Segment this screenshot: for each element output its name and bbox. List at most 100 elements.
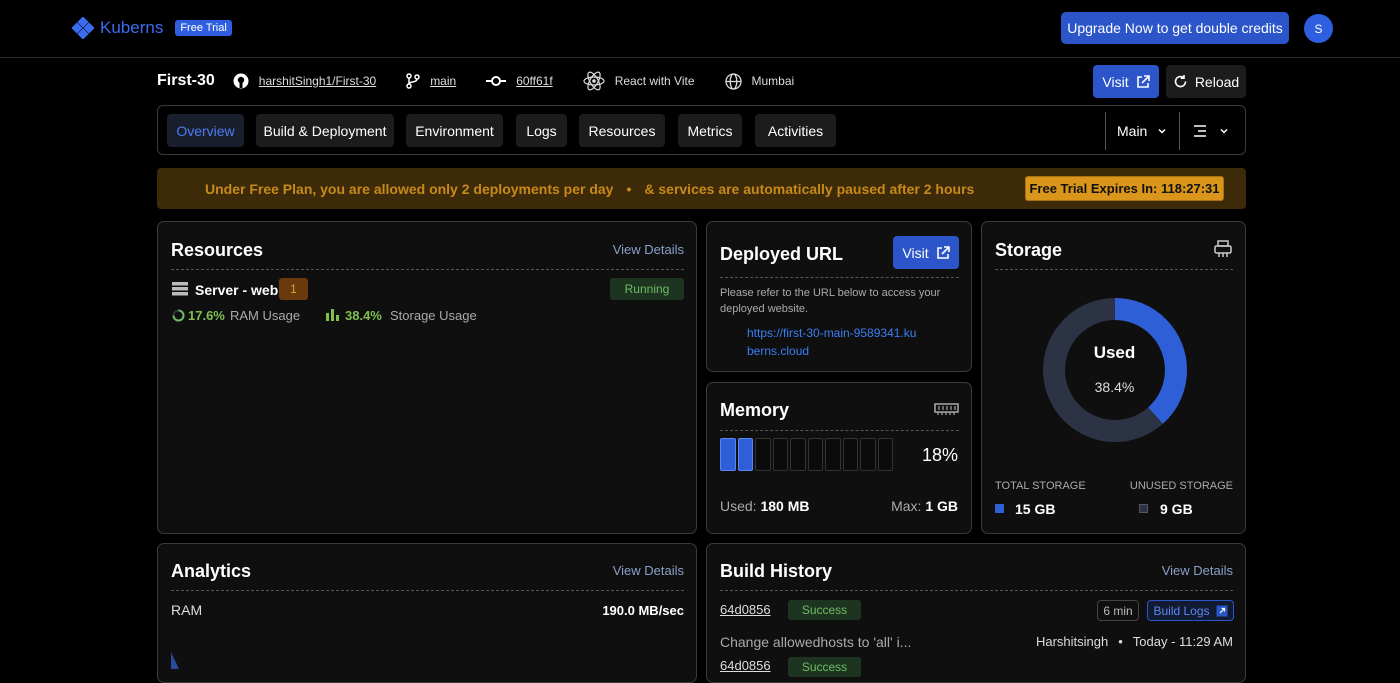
project-info-row: First-30 harshitSingh1/First-30 main 60f… bbox=[157, 64, 1246, 98]
analytics-title: Analytics bbox=[171, 561, 252, 581]
ram-usage-value: 17.6% bbox=[188, 308, 225, 323]
trial-expiry-badge: Free Trial Expires In: 118:27:31 bbox=[1025, 176, 1224, 201]
tab-divider bbox=[1105, 112, 1106, 150]
deployed-url-description: Please refer to the URL below to access … bbox=[720, 287, 941, 315]
visit-button[interactable]: Visit bbox=[1093, 65, 1159, 98]
tab-resources[interactable]: Resources bbox=[579, 114, 665, 147]
tab-build-deployment[interactable]: Build & Deployment bbox=[256, 114, 394, 147]
memory-max-label: Max: bbox=[891, 498, 922, 514]
github-icon bbox=[233, 73, 249, 89]
build-history-card: Build History View Details 64d0856 Succe… bbox=[706, 543, 1246, 683]
memory-max: Max: 1 GB bbox=[891, 498, 958, 514]
commit-link[interactable]: 60ff61f bbox=[516, 74, 552, 88]
analytics-area-chart bbox=[171, 652, 179, 669]
memory-bar-segment bbox=[755, 438, 771, 471]
visit-label: Visit bbox=[1102, 73, 1129, 90]
top-bar: Kuberns Free Trial Upgrade Now to get do… bbox=[0, 0, 1400, 58]
build-meta-separator: • bbox=[1118, 634, 1123, 649]
repo-meta[interactable]: harshitSingh1/First-30 bbox=[233, 73, 376, 89]
tab-metrics[interactable]: Metrics bbox=[678, 114, 742, 147]
build-commit-message: Change allowedhosts to 'all' i... bbox=[720, 634, 912, 650]
memory-usage-bar bbox=[720, 438, 893, 471]
memory-bar-segment bbox=[720, 438, 736, 471]
total-storage-label: TOTAL STORAGE bbox=[995, 480, 1086, 492]
deployed-url-card: Deployed URL Visit Please refer to the U… bbox=[706, 221, 972, 372]
deployed-url-line: https://first-30-main-9589341.ku bbox=[747, 326, 917, 340]
memory-bar-segment bbox=[877, 438, 893, 471]
reload-label: Reload bbox=[1194, 73, 1240, 90]
ram-usage-label: RAM Usage bbox=[230, 308, 301, 323]
deployed-visit-label: Visit bbox=[902, 244, 929, 261]
banner-separator: • bbox=[626, 180, 632, 197]
more-menu[interactable] bbox=[1193, 114, 1229, 147]
deployed-url-link[interactable]: https://first-30-main-9589341.ku berns.c… bbox=[747, 324, 916, 360]
tab-activities[interactable]: Activities bbox=[755, 114, 836, 147]
total-storage-swatch bbox=[995, 504, 1004, 513]
banner-text-limit: Under Free Plan, you are allowed only 2 … bbox=[205, 180, 614, 197]
build-commit-link[interactable]: 64d0856 bbox=[720, 602, 771, 617]
memory-title: Memory bbox=[720, 400, 790, 420]
build-time: Today - 11:29 AM bbox=[1132, 634, 1233, 649]
environment-select-label: Main bbox=[1117, 122, 1148, 139]
storage-usage-label: Storage Usage bbox=[390, 308, 477, 323]
deployed-visit-button[interactable]: Visit bbox=[893, 236, 959, 269]
divider bbox=[720, 430, 959, 431]
external-link-icon bbox=[1216, 605, 1228, 616]
build-duration: 6 min bbox=[1097, 600, 1139, 621]
ram-usage-ring-icon bbox=[172, 309, 185, 322]
divider bbox=[171, 590, 684, 591]
build-history-view-details-link[interactable]: View Details bbox=[1162, 563, 1233, 578]
memory-max-value: 1 GB bbox=[925, 498, 958, 514]
repo-link[interactable]: harshitSingh1/First-30 bbox=[259, 74, 376, 88]
branch-meta[interactable]: main bbox=[406, 73, 456, 89]
build-logs-button[interactable]: Build Logs bbox=[1147, 600, 1234, 621]
memory-used: Used: 180 MB bbox=[720, 498, 810, 514]
chevron-down-icon bbox=[1158, 128, 1166, 134]
avatar[interactable]: S bbox=[1304, 14, 1333, 43]
external-link-icon bbox=[1136, 74, 1150, 88]
build-status-badge: Success bbox=[788, 657, 861, 677]
kuberns-logo-icon bbox=[72, 17, 94, 39]
resources-card: Resources View Details Server - web 1 Ru… bbox=[157, 221, 697, 534]
brand-logo[interactable]: Kuberns Free Trial bbox=[72, 17, 232, 39]
storage-used-label: Used bbox=[1093, 343, 1136, 362]
total-storage-value: 15 GB bbox=[1015, 501, 1056, 517]
resources-title: Resources bbox=[171, 240, 264, 260]
git-commit-icon bbox=[486, 76, 507, 86]
chevron-down-icon bbox=[1220, 128, 1228, 134]
tab-divider bbox=[1179, 112, 1180, 150]
project-title: First-30 bbox=[157, 72, 215, 89]
reload-button[interactable]: Reload bbox=[1166, 65, 1246, 98]
tab-overview[interactable]: Overview bbox=[167, 114, 244, 147]
environment-select[interactable]: Main bbox=[1117, 114, 1167, 147]
react-icon bbox=[583, 71, 605, 91]
build-commit-link[interactable]: 64d0856 bbox=[720, 658, 771, 673]
server-name[interactable]: Server - web bbox=[195, 282, 278, 298]
memory-bar-segment bbox=[825, 438, 841, 471]
deployed-url-title: Deployed URL bbox=[720, 244, 844, 264]
tab-environment[interactable]: Environment bbox=[406, 114, 503, 147]
unused-storage-value: 9 GB bbox=[1160, 501, 1193, 517]
commit-meta[interactable]: 60ff61f bbox=[486, 74, 553, 88]
external-link-icon bbox=[936, 245, 950, 259]
menu-icon bbox=[1194, 124, 1206, 137]
upgrade-button[interactable]: Upgrade Now to get double credits bbox=[1061, 12, 1289, 44]
resources-view-details-link[interactable]: View Details bbox=[613, 242, 684, 257]
status-badge: Running bbox=[610, 278, 684, 300]
instance-count-badge: 1 bbox=[279, 278, 308, 300]
build-logs-label: Build Logs bbox=[1153, 603, 1210, 618]
storage-card: Storage Used 38.4% TOTAL STORAGE UNUSED … bbox=[981, 221, 1246, 534]
memory-bar-segment bbox=[842, 438, 858, 471]
region-label: Mumbai bbox=[751, 74, 795, 88]
branch-link[interactable]: main bbox=[430, 74, 456, 88]
banner-text-pause: & services are automatically paused afte… bbox=[644, 180, 975, 197]
memory-bar-segment bbox=[772, 438, 788, 471]
free-trial-badge: Free Trial bbox=[175, 20, 232, 36]
globe-icon bbox=[724, 72, 742, 90]
analytics-view-details-link[interactable]: View Details bbox=[613, 563, 684, 578]
memory-bar-segment bbox=[807, 438, 823, 471]
analytics-card: Analytics View Details RAM 190.0 MB/sec bbox=[157, 543, 697, 683]
build-meta: Harshitsingh • Today - 11:29 AM bbox=[1036, 634, 1233, 649]
tab-logs[interactable]: Logs bbox=[516, 114, 567, 147]
tab-bar: Overview Build & Deployment Environment … bbox=[157, 105, 1246, 155]
